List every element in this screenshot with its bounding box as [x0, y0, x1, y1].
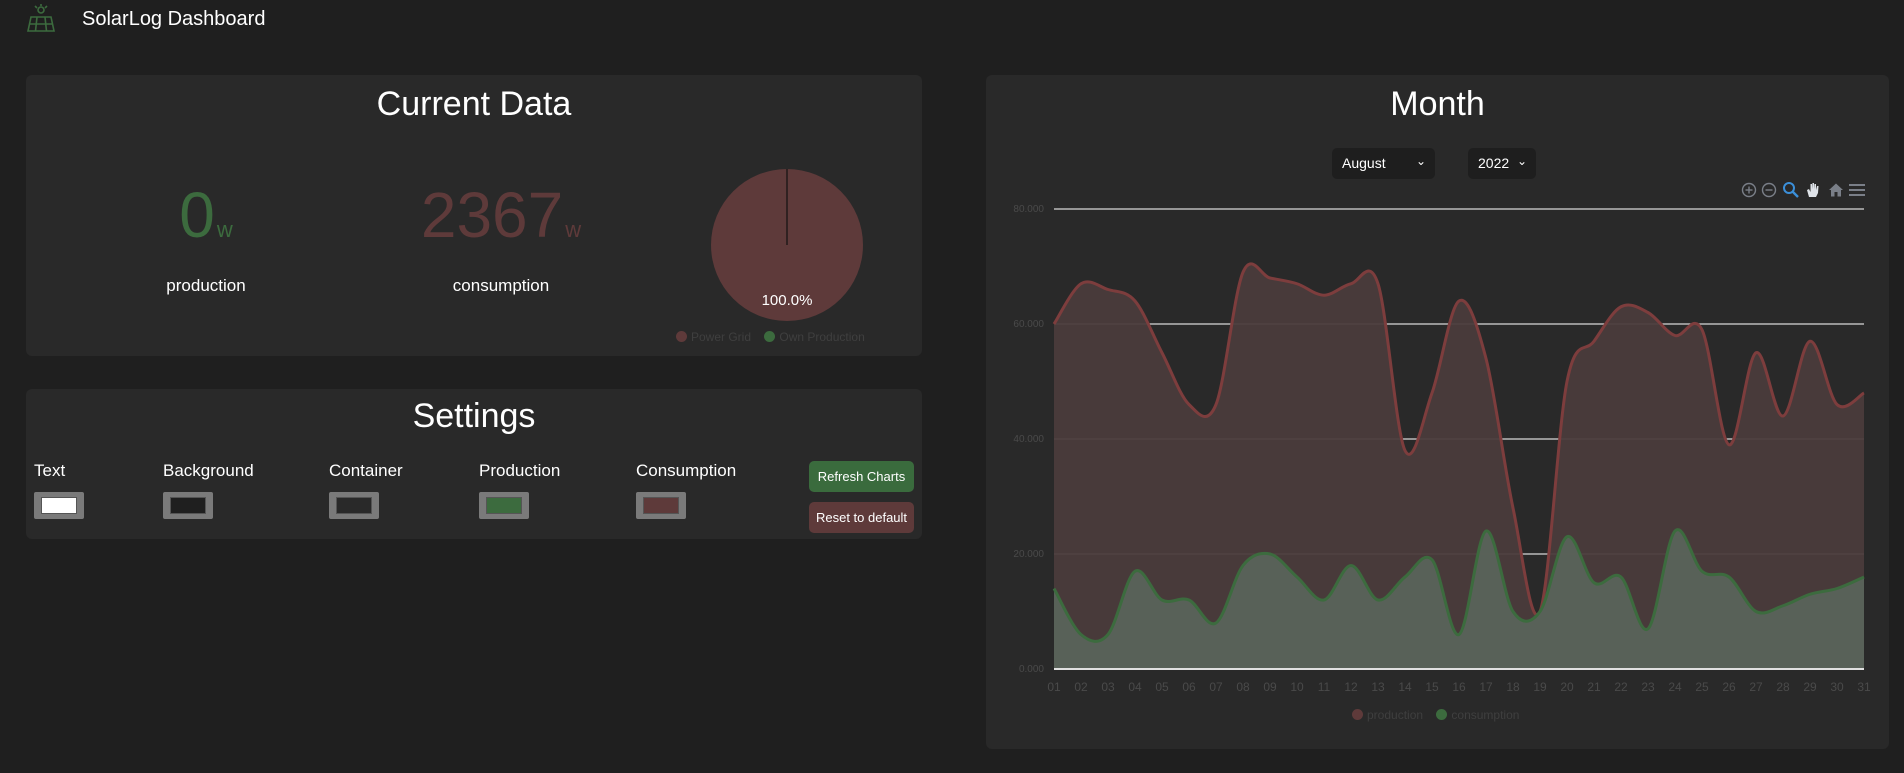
consumption-metric: 2367w consumption: [396, 179, 606, 295]
x-tick-label: 12: [1344, 680, 1358, 694]
x-tick-label: 16: [1452, 680, 1466, 694]
month-legend-item-production[interactable]: production: [1352, 708, 1423, 722]
consumption-legend-label: consumption: [1451, 708, 1520, 722]
top-bar: SolarLog Dashboard: [0, 0, 1904, 40]
production-value: 0: [179, 179, 215, 251]
production-color-swatch: [486, 497, 522, 514]
x-tick-label: 26: [1722, 680, 1736, 694]
solar-panel-icon: [27, 4, 55, 32]
month-legend-item-consumption[interactable]: consumption: [1436, 708, 1519, 722]
x-tick-label: 19: [1533, 680, 1547, 694]
current-pie-chart: 100.0%: [711, 169, 863, 321]
consumption-legend-dot: [1436, 709, 1448, 720]
x-tick-label: 01: [1047, 680, 1061, 694]
consumption-value: 2367: [420, 179, 564, 251]
x-tick-label: 08: [1236, 680, 1250, 694]
x-tick-label: 04: [1128, 680, 1142, 694]
production-unit: w: [216, 217, 233, 242]
x-tick-label: 02: [1074, 680, 1088, 694]
x-tick-label: 28: [1776, 680, 1790, 694]
y-tick-label: 60.000: [1013, 319, 1044, 330]
text-color-picker[interactable]: [34, 492, 84, 519]
x-tick-label: 23: [1641, 680, 1655, 694]
x-tick-label: 30: [1830, 680, 1844, 694]
container-color-picker[interactable]: [329, 492, 379, 519]
x-tick-label: 20: [1560, 680, 1574, 694]
x-tick-label: 09: [1263, 680, 1277, 694]
y-tick-label: 40.000: [1013, 434, 1044, 445]
y-tick-label: 80.000: [1013, 204, 1044, 215]
pie-legend-item-power-grid[interactable]: Power Grid: [676, 330, 751, 344]
x-tick-label: 13: [1371, 680, 1385, 694]
x-tick-label: 18: [1506, 680, 1520, 694]
x-tick-label: 14: [1398, 680, 1412, 694]
x-tick-label: 06: [1182, 680, 1196, 694]
production-metric: 0w production: [106, 179, 306, 295]
reset-default-button[interactable]: Reset to default: [809, 502, 914, 533]
settings-card: Settings Text Background Container Produ…: [26, 389, 922, 539]
container-color-label: Container: [329, 461, 403, 480]
power-grid-legend-label: Power Grid: [691, 330, 752, 344]
production-color-picker[interactable]: [479, 492, 529, 519]
month-chart-legend: production consumption: [1352, 708, 1529, 722]
background-color-picker[interactable]: [163, 492, 213, 519]
background-color-label: Background: [163, 461, 254, 480]
pie-legend: Power Grid Own Production: [676, 330, 875, 344]
x-tick-label: 03: [1101, 680, 1115, 694]
production-label: production: [166, 276, 246, 295]
x-tick-label: 22: [1614, 680, 1628, 694]
x-tick-label: 31: [1857, 680, 1871, 694]
background-color-swatch: [170, 497, 206, 514]
consumption-color-picker[interactable]: [636, 492, 686, 519]
current-data-card: Current Data 0w production 2367w consump…: [26, 75, 922, 356]
app-title: SolarLog Dashboard: [82, 8, 266, 30]
production-color-label: Production: [479, 461, 561, 480]
current-data-title: Current Data: [376, 85, 572, 123]
consumption-unit: w: [565, 217, 582, 242]
x-tick-label: 10: [1290, 680, 1304, 694]
consumption-color-label: Consumption: [636, 461, 737, 480]
text-color-swatch: [41, 497, 77, 514]
x-tick-label: 29: [1803, 680, 1817, 694]
x-tick-label: 07: [1209, 680, 1223, 694]
x-tick-label: 11: [1318, 680, 1331, 694]
refresh-charts-button[interactable]: Refresh Charts: [809, 461, 914, 492]
x-tick-label: 24: [1668, 680, 1682, 694]
pie-legend-item-own-production[interactable]: Own Production: [764, 330, 865, 344]
y-tick-label: 20.000: [1013, 549, 1044, 560]
power-grid-legend-dot: [676, 331, 687, 342]
production-legend-dot: [1352, 709, 1363, 720]
own-production-legend-dot: [764, 331, 776, 342]
x-tick-label: 25: [1695, 680, 1709, 694]
consumption-color-swatch: [643, 497, 679, 514]
consumption-label: consumption: [452, 276, 550, 295]
own-production-legend-label: Own Production: [779, 330, 865, 344]
x-tick-label: 15: [1425, 680, 1439, 694]
month-area-chart: 0.000 20.000 40.000 60.000 80.000 01 02 03 04 05 0…: [1013, 204, 1871, 694]
x-tick-label: 17: [1479, 680, 1493, 694]
container-color-swatch: [336, 497, 372, 514]
x-tick-label: 05: [1155, 680, 1169, 694]
settings-title: Settings: [412, 397, 536, 435]
x-tick-label: 21: [1587, 680, 1601, 694]
pie-data-label: 100.0%: [762, 292, 813, 309]
y-tick-label: 0.000: [1019, 664, 1044, 675]
x-tick-label: 27: [1749, 680, 1763, 694]
month-card: Month August ⌄ 2022 ⌄ 0.000 20.000 40.000 6…: [986, 75, 1889, 749]
production-legend-label: production: [1367, 708, 1424, 722]
text-color-label: Text: [34, 461, 66, 480]
